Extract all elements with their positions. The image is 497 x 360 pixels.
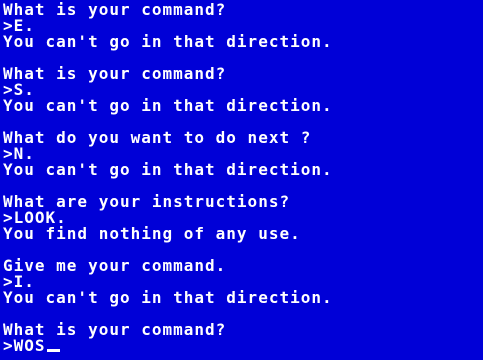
command-prompt: What are your instructions? [3,192,291,211]
command-prompt: What is your command? [3,0,227,19]
game-response: You can't go in that direction. [3,160,333,179]
command-prompt: What do you want to do next ? [3,128,312,147]
text-console: What is your command? >E. You can't go i… [3,2,481,354]
current-command-prompt: What is your command? [3,320,227,339]
command-input-line[interactable]: >WOS [3,338,481,354]
game-response: You can't go in that direction. [3,96,333,115]
game-response: You can't go in that direction. [3,288,333,307]
command-prompt: Give me your command. [3,256,227,275]
game-response: You can't go in that direction. [3,32,333,51]
text-cursor [46,349,60,352]
current-input-text[interactable]: >WOS [3,336,46,355]
game-response: You find nothing of any use. [3,224,301,243]
command-prompt: What is your command? [3,64,227,83]
game-screen[interactable]: What is your command? >E. You can't go i… [0,0,483,360]
